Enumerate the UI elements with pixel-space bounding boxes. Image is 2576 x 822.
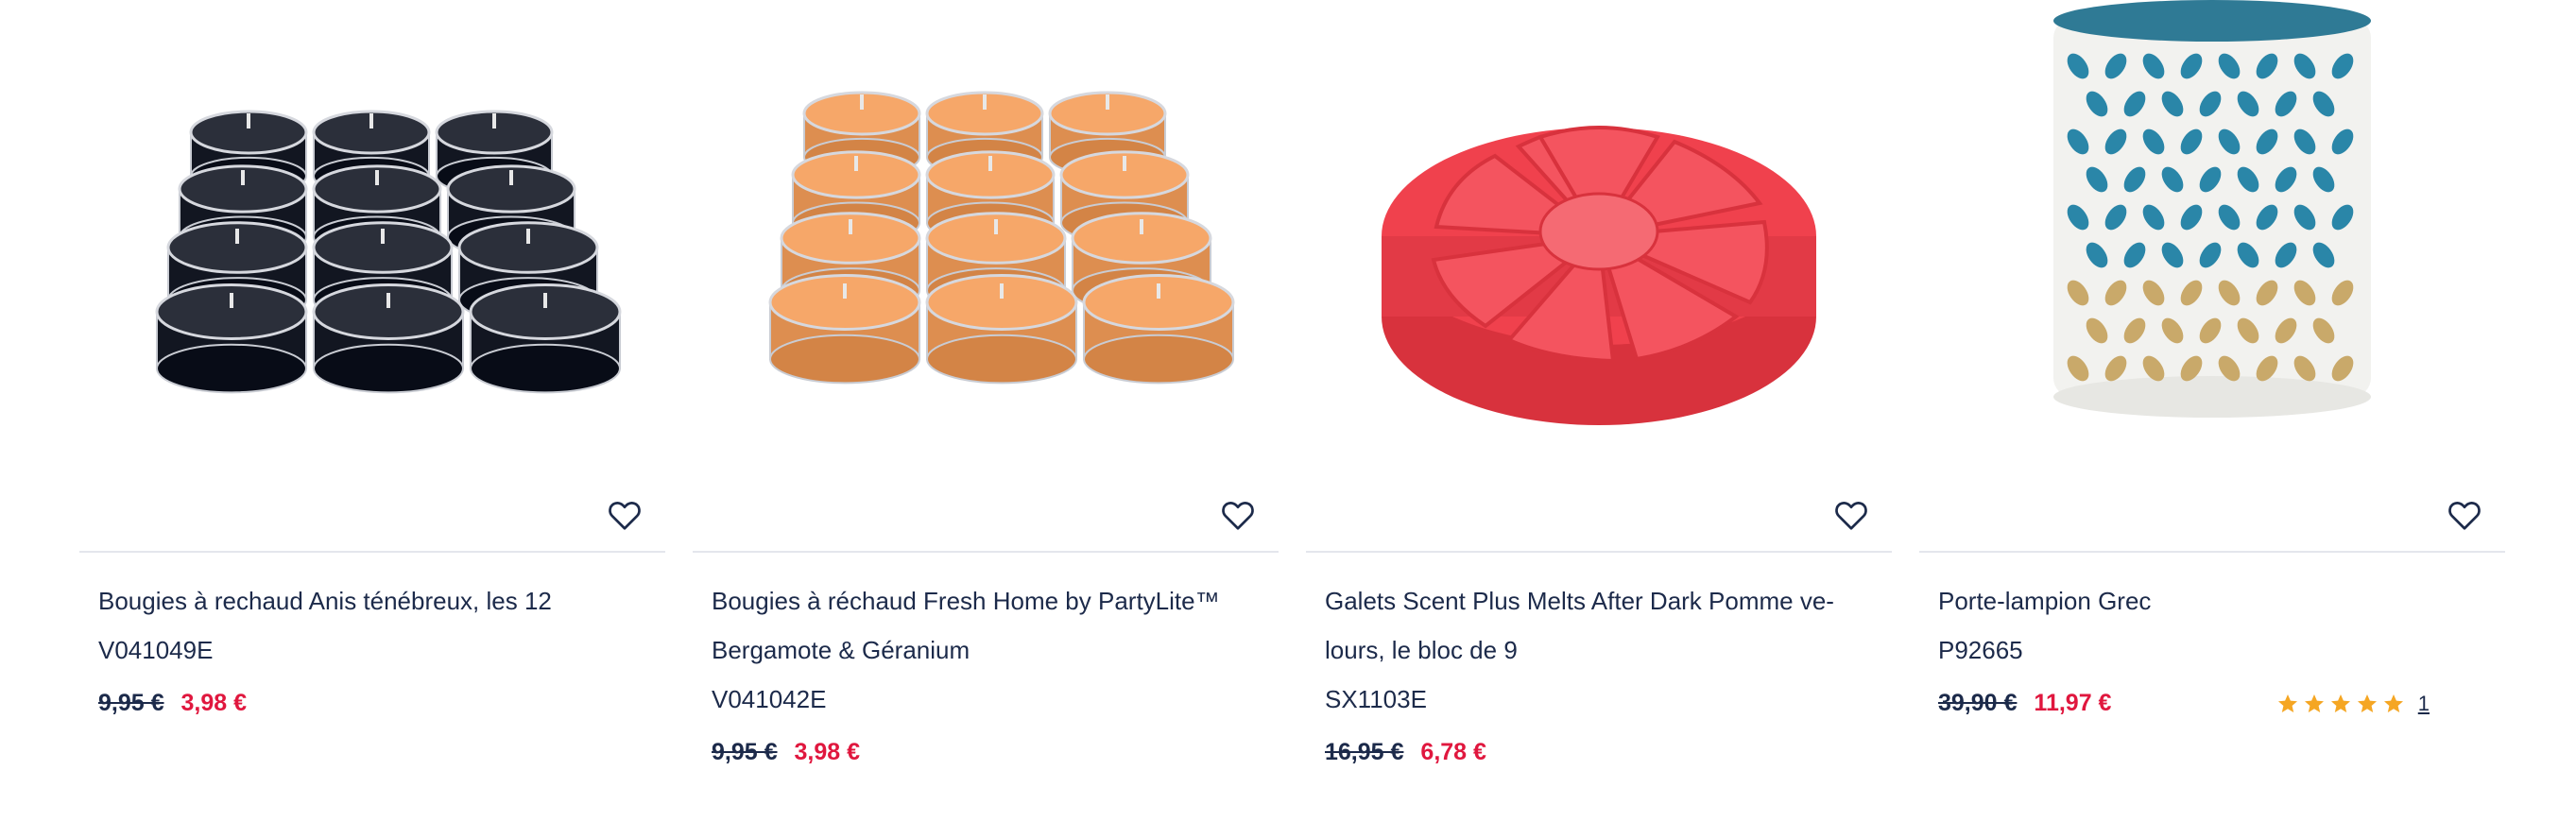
product-card: Galets Scent Plus Melts After Dark Pomme… bbox=[1306, 0, 1892, 822]
sale-price: 6,78 € bbox=[1420, 738, 1486, 765]
votive-holder-icon bbox=[2053, 0, 2371, 418]
product-name-link[interactable]: Bougies à réchaud Fresh Home by PartyLit… bbox=[712, 576, 1269, 675]
product-card: Bougies à rechaud Anis ténébreux, les 12… bbox=[79, 0, 665, 822]
product-sku: V041049E bbox=[98, 636, 214, 664]
red-wax-melt-icon bbox=[1382, 126, 1816, 425]
sale-price: 3,98 € bbox=[794, 738, 861, 765]
product-grid: Bougies à rechaud Anis ténébreux, les 12… bbox=[0, 0, 2576, 822]
old-price: 9,95 € bbox=[98, 689, 164, 716]
star-icon bbox=[2357, 694, 2377, 712]
product-image[interactable] bbox=[1919, 0, 2505, 472]
product-name-link[interactable]: Galets Scent Plus Melts After Dark Pomme… bbox=[1325, 576, 1882, 675]
product-name-link[interactable]: Bougies à rechaud Anis ténébreux, les 12 bbox=[98, 576, 656, 625]
product-info: Porte-lampion Grec P92665 39,90 € 11,97 … bbox=[1938, 576, 2496, 728]
old-price: 39,90 € bbox=[1938, 689, 2018, 716]
sale-price: 11,97 € bbox=[2034, 689, 2112, 716]
product-name-link[interactable]: Porte-lampion Grec bbox=[1938, 576, 2496, 625]
orange-tealights-icon bbox=[768, 91, 1235, 385]
heart-icon bbox=[609, 502, 641, 530]
old-price: 16,95 € bbox=[1325, 738, 1404, 765]
wishlist-heart-button[interactable] bbox=[1218, 495, 1258, 535]
star-icon bbox=[2383, 694, 2403, 712]
product-info: Bougies à réchaud Fresh Home by PartyLit… bbox=[712, 576, 1269, 777]
heart-icon bbox=[1222, 502, 1254, 530]
star-icon bbox=[2304, 694, 2324, 712]
price-row: 9,95 € 3,98 € bbox=[98, 678, 656, 728]
product-info: Bougies à rechaud Anis ténébreux, les 12… bbox=[98, 576, 656, 728]
wishlist-heart-button[interactable] bbox=[605, 495, 644, 535]
product-info: Galets Scent Plus Melts After Dark Pomme… bbox=[1325, 576, 1882, 777]
product-sku: SX1103E bbox=[1325, 685, 1427, 713]
wishlist-heart-button[interactable] bbox=[1831, 495, 1871, 535]
divider bbox=[1919, 551, 2505, 553]
review-count-link[interactable]: 1 bbox=[2418, 692, 2430, 716]
sale-price: 3,98 € bbox=[180, 689, 248, 716]
heart-icon bbox=[2448, 502, 2481, 530]
product-image[interactable] bbox=[1306, 0, 1892, 472]
product-image[interactable] bbox=[79, 0, 665, 472]
price-row: 16,95 € 6,78 € bbox=[1325, 728, 1882, 777]
product-card: Porte-lampion Grec P92665 39,90 € 11,97 … bbox=[1919, 0, 2505, 822]
heart-icon bbox=[1835, 502, 1867, 530]
product-sku: P92665 bbox=[1938, 636, 2023, 664]
price-row: 9,95 € 3,98 € bbox=[712, 728, 1269, 777]
black-tealights-icon bbox=[155, 110, 622, 394]
old-price: 9,95 € bbox=[712, 738, 778, 765]
product-image[interactable] bbox=[693, 0, 1279, 472]
star-icon bbox=[2330, 694, 2350, 712]
product-card: Bougies à réchaud Fresh Home by PartyLit… bbox=[693, 0, 1279, 822]
star-rating: 1 bbox=[2276, 692, 2430, 716]
divider bbox=[1306, 551, 1892, 553]
price-row: 39,90 € 11,97 € 1 bbox=[1938, 678, 2496, 728]
wishlist-heart-button[interactable] bbox=[2445, 495, 2484, 535]
product-sku: V041042E bbox=[712, 685, 827, 713]
divider bbox=[693, 551, 1279, 553]
divider bbox=[79, 551, 665, 553]
star-icon bbox=[2277, 694, 2297, 712]
